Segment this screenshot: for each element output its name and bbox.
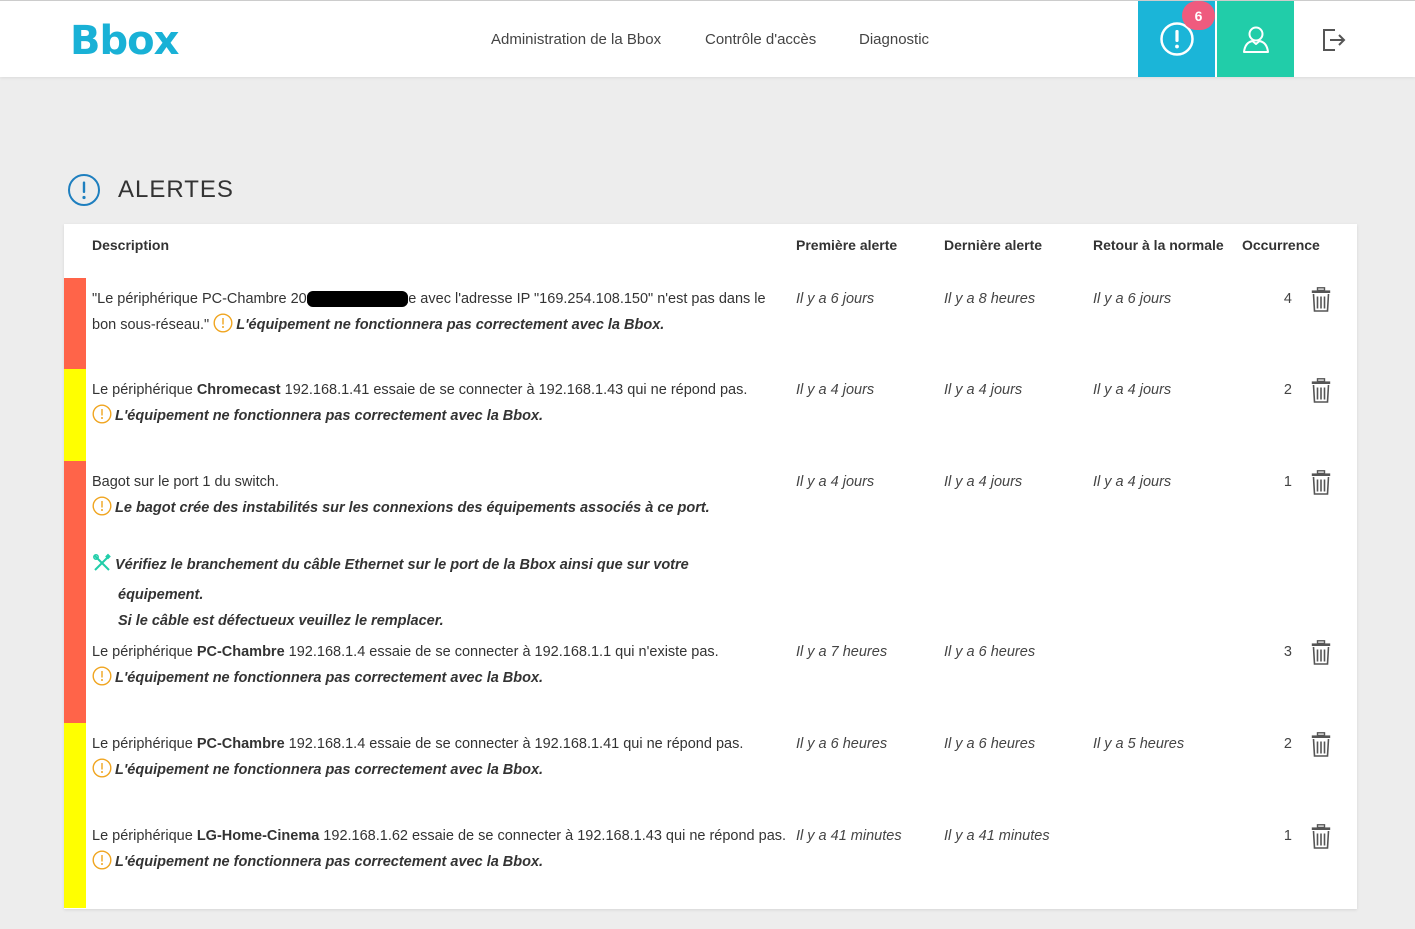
warning-icon bbox=[92, 758, 112, 787]
user-icon bbox=[1242, 26, 1269, 53]
occurrence-count: 4 bbox=[1283, 291, 1292, 307]
trash-icon bbox=[1311, 640, 1331, 665]
last-alert-time: Il y a 4 jours bbox=[944, 474, 1023, 490]
warning-text: L'équipement ne fonctionnera pas correct… bbox=[115, 670, 544, 686]
user-button[interactable] bbox=[1217, 1, 1294, 77]
warning-icon bbox=[92, 666, 112, 695]
alert-count-badge: 6 bbox=[1182, 1, 1215, 30]
back-to-normal-time: Il y a 6 jours bbox=[1093, 291, 1172, 307]
back-to-normal-time: Il y a 5 heures bbox=[1093, 736, 1185, 752]
occurrence-count: 1 bbox=[1283, 828, 1292, 844]
redacted-text: xxxxxxxxxxxxxx bbox=[306, 291, 409, 307]
fix-instructions: Vérifiez le branchement du câble Etherne… bbox=[92, 552, 792, 634]
header-description[interactable]: Description bbox=[92, 236, 169, 254]
severity-indicator bbox=[64, 461, 86, 631]
device-name: Chromecast bbox=[196, 382, 281, 398]
bbox-logo[interactable]: Bbox bbox=[70, 19, 179, 63]
table-row: Le périphérique Chromecast 192.168.1.41 … bbox=[64, 369, 1357, 461]
table-row: Le périphérique LG-Home-Cinema 192.168.1… bbox=[64, 815, 1357, 908]
first-alert-time: Il y a 6 heures bbox=[796, 736, 888, 752]
device-name: LG-Home-Cinema bbox=[196, 828, 320, 844]
page-title: ALERTES bbox=[67, 173, 234, 207]
alert-description: Bagot sur le port 1 du switch. Le bagot c… bbox=[92, 469, 792, 634]
nav-diagnostic[interactable]: Diagnostic bbox=[859, 1, 929, 78]
alerts-table: Description Première alerte Dernière ale… bbox=[64, 224, 1357, 909]
back-to-normal-time: Il y a 4 jours bbox=[1093, 382, 1172, 398]
warning-icon bbox=[92, 850, 112, 879]
warning-text: L'équipement ne fonctionnera pas correct… bbox=[236, 317, 665, 333]
alert-description: Le périphérique LG-Home-Cinema 192.168.1… bbox=[92, 823, 792, 879]
delete-button[interactable] bbox=[1311, 732, 1331, 762]
occurrence-count: 2 bbox=[1283, 736, 1292, 752]
last-alert-time: Il y a 6 heures bbox=[944, 644, 1036, 660]
severity-indicator bbox=[64, 278, 86, 369]
delete-button[interactable] bbox=[1311, 470, 1331, 500]
table-row: Le périphérique PC-Chambre 192.168.1.4 e… bbox=[64, 723, 1357, 815]
alert-description: "Le périphérique PC-Chambre 20xxxxxxxxxx… bbox=[92, 286, 792, 342]
last-alert-time: Il y a 6 heures bbox=[944, 736, 1036, 752]
delete-button[interactable] bbox=[1311, 640, 1331, 670]
header-back-to-normal[interactable]: Retour à la normale bbox=[1093, 236, 1224, 254]
alert-description: Le périphérique PC-Chambre 192.168.1.4 e… bbox=[92, 731, 792, 787]
warning-icon bbox=[213, 313, 233, 342]
occurrence-count: 3 bbox=[1283, 644, 1292, 660]
warning-text: Le bagot crée des instabilités sur les c… bbox=[115, 500, 710, 516]
first-alert-time: Il y a 4 jours bbox=[796, 474, 875, 490]
table-row: "Le périphérique PC-Chambre 20xxxxxxxxxx… bbox=[64, 278, 1357, 369]
last-alert-time: Il y a 4 jours bbox=[944, 382, 1023, 398]
trash-icon bbox=[1311, 378, 1331, 403]
alert-description: Le périphérique PC-Chambre 192.168.1.4 e… bbox=[92, 639, 792, 695]
delete-button[interactable] bbox=[1311, 824, 1331, 854]
nav-administration[interactable]: Administration de la Bbox bbox=[491, 1, 661, 78]
device-name: PC-Chambre bbox=[196, 736, 285, 752]
tools-icon bbox=[92, 553, 112, 582]
header-last-alert[interactable]: Dernière alerte bbox=[944, 236, 1042, 254]
page-title-text: ALERTES bbox=[118, 176, 234, 203]
table-row: Le périphérique PC-Chambre 192.168.1.4 e… bbox=[64, 631, 1357, 723]
first-alert-time: Il y a 7 heures bbox=[796, 644, 888, 660]
logout-button[interactable] bbox=[1294, 1, 1371, 77]
first-alert-time: Il y a 41 minutes bbox=[796, 828, 902, 844]
header-first-alert[interactable]: Première alerte bbox=[796, 236, 897, 254]
device-name: PC-Chambre bbox=[196, 644, 285, 660]
warning-text: L'équipement ne fonctionnera pas correct… bbox=[115, 408, 544, 424]
first-alert-time: Il y a 6 jours bbox=[796, 291, 875, 307]
warning-text: L'équipement ne fonctionnera pas correct… bbox=[115, 854, 544, 870]
occurrence-count: 1 bbox=[1283, 474, 1292, 490]
severity-indicator bbox=[64, 369, 86, 461]
trash-icon bbox=[1311, 824, 1331, 849]
severity-indicator bbox=[64, 631, 86, 723]
nav-access-control[interactable]: Contrôle d'accès bbox=[705, 1, 816, 78]
alert-description: Le périphérique Chromecast 192.168.1.41 … bbox=[92, 377, 792, 433]
delete-button[interactable] bbox=[1311, 378, 1331, 408]
last-alert-time: Il y a 41 minutes bbox=[944, 828, 1050, 844]
delete-button[interactable] bbox=[1311, 287, 1331, 317]
last-alert-time: Il y a 8 heures bbox=[944, 291, 1036, 307]
table-row: Bagot sur le port 1 du switch. Le bagot c… bbox=[64, 461, 1357, 631]
severity-indicator bbox=[64, 815, 86, 908]
trash-icon bbox=[1311, 732, 1331, 757]
trash-icon bbox=[1311, 287, 1331, 312]
trash-icon bbox=[1311, 470, 1331, 495]
warning-icon bbox=[92, 496, 112, 525]
warning-text: L'équipement ne fonctionnera pas correct… bbox=[115, 762, 544, 778]
occurrence-count: 2 bbox=[1283, 382, 1292, 398]
warning-icon bbox=[92, 404, 112, 433]
header-occurrence[interactable]: Occurrence bbox=[1242, 236, 1320, 254]
first-alert-time: Il y a 4 jours bbox=[796, 382, 875, 398]
logout-icon bbox=[1322, 29, 1345, 51]
exclamation-circle-icon bbox=[68, 174, 100, 206]
back-to-normal-time: Il y a 4 jours bbox=[1093, 474, 1172, 490]
severity-indicator bbox=[64, 723, 86, 815]
